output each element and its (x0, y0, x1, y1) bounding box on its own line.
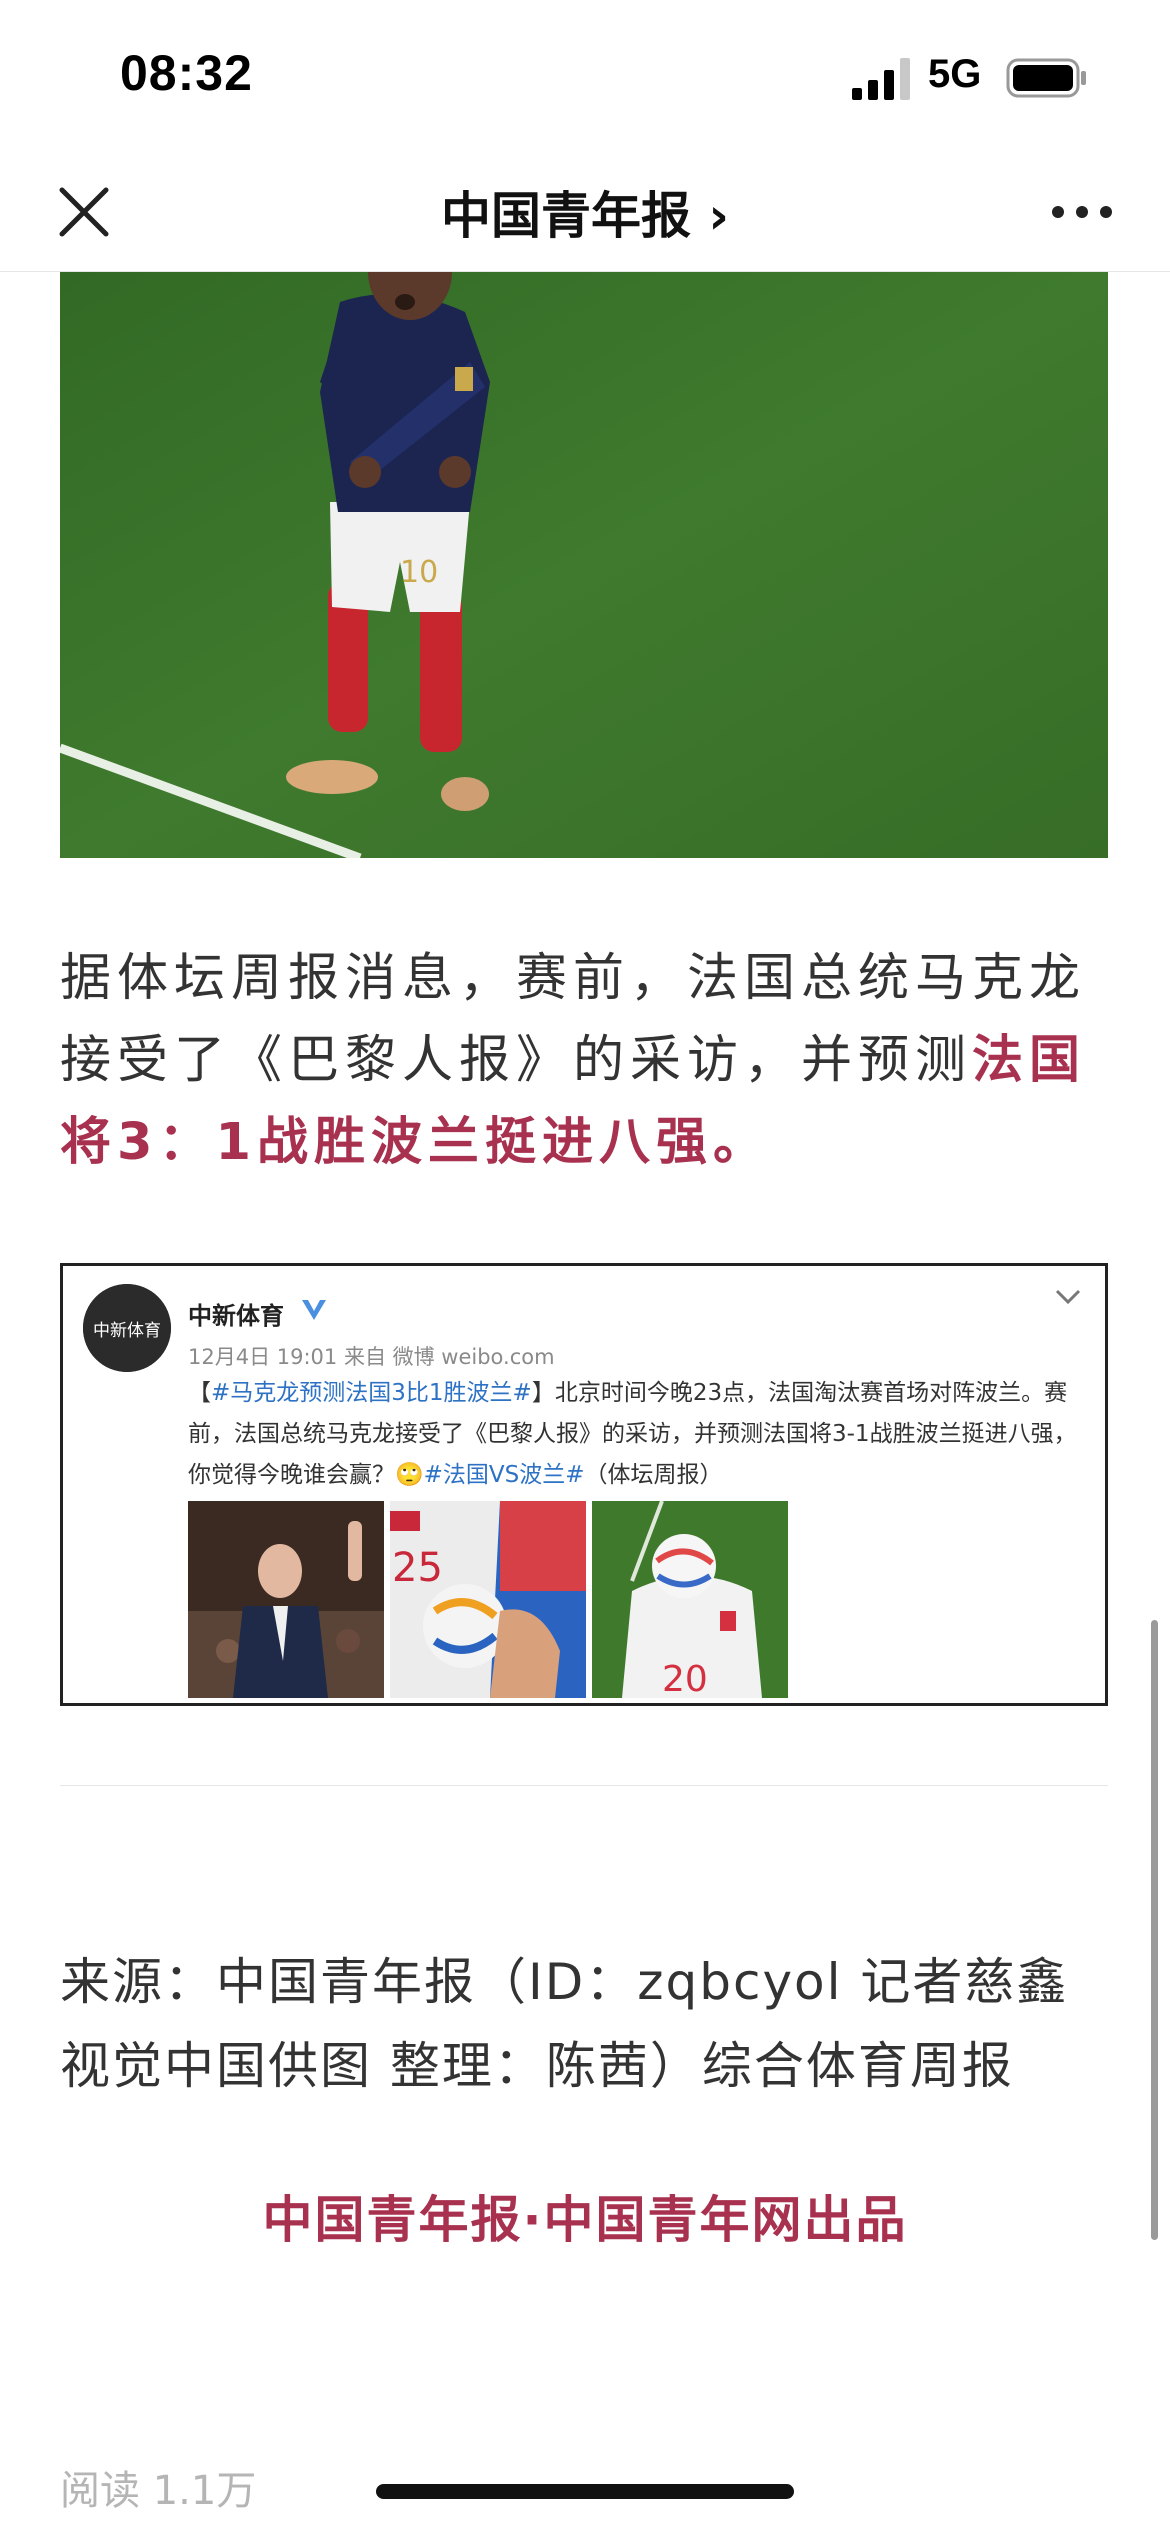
read-count: 阅读 1.1万 (60, 2468, 257, 2514)
post-meta: 12月4日 19:01 来自 微博 weibo.com (188, 1345, 555, 1369)
post-photo: 25 (390, 1501, 586, 1698)
more-icon[interactable] (1050, 190, 1114, 234)
post-photos: 25 20 (188, 1501, 788, 1698)
account-title-link[interactable]: 中国青年报 › (0, 176, 1170, 248)
nav-bar: 中国青年报 › (0, 150, 1170, 272)
weibo-embed-image[interactable]: 中新体育 中新体育 12月4日 19:01 来自 微博 weibo.com 【#… (60, 1263, 1108, 1706)
hashtag-link[interactable]: #法国VS波兰# (424, 1462, 585, 1488)
status-bar: 08:32 5G (0, 0, 1170, 150)
player-photo: 10 (60, 272, 1108, 858)
jersey-number: 25 (392, 1545, 443, 1591)
post-photo: 20 (592, 1501, 788, 1698)
battery-icon (1006, 58, 1086, 98)
signal-icon (852, 58, 910, 100)
account-name: 中新体育 (188, 1302, 284, 1330)
network-type: 5G (928, 52, 982, 96)
hashtag-link[interactable]: #马克龙预测法国3比1胜波兰# (211, 1380, 532, 1406)
article-paragraph: 据体坛周报消息，赛前，法国总统马克龙接受了《巴黎人报》的采访，并预测法国将3：1… (60, 938, 1110, 1184)
publisher-brand-line: 中国青年报·中国青年网出品 (262, 2191, 908, 2249)
source-credit: 来源：中国青年报（ID：zqbcyol 记者慈鑫 视觉中国供图 整理：陈茜）综合… (60, 1953, 1069, 2095)
paragraph-text: 据体坛周报消息，赛前，法国总统马克龙接受了《巴黎人报》的采访，并预测 (60, 949, 1087, 1090)
chevron-down-icon[interactable] (1053, 1286, 1083, 1308)
scrollbar[interactable] (1151, 1620, 1158, 2240)
status-time: 08:32 (120, 45, 253, 101)
article-hero-image[interactable]: 10 (60, 272, 1108, 858)
account-avatar: 中新体育 (83, 1284, 171, 1372)
post-photo (188, 1501, 384, 1698)
jersey-number: 20 (662, 1659, 708, 1698)
section-divider (60, 1785, 1108, 1786)
post-text: 【#马克龙预测法国3比1胜波兰#】北京时间今晚23点，法国淘汰赛首场对阵波兰。赛… (188, 1380, 1077, 1488)
verified-icon (302, 1300, 326, 1320)
avatar-text: 中新体育 (93, 1321, 161, 1341)
svg-text:10: 10 (400, 555, 438, 590)
home-indicator[interactable] (376, 2484, 794, 2499)
